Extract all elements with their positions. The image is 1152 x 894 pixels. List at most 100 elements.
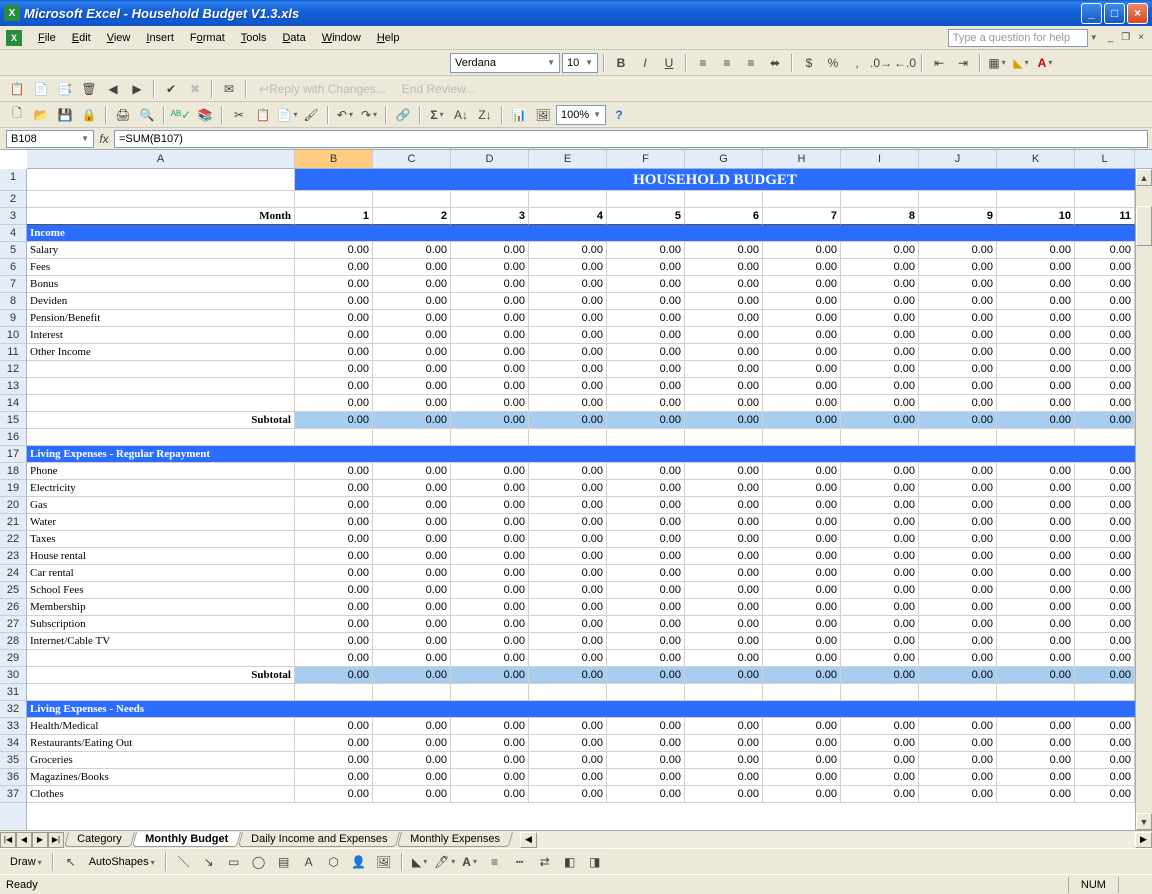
cell[interactable]: 0.00: [685, 752, 763, 769]
cell[interactable]: 0.00: [529, 259, 607, 276]
cell[interactable]: Deviden: [27, 293, 295, 310]
cell[interactable]: 0.00: [295, 480, 373, 497]
cell[interactable]: 0.00: [607, 310, 685, 327]
textbox-icon[interactable]: ▤: [273, 851, 295, 873]
menu-help[interactable]: Help: [369, 29, 408, 47]
cell[interactable]: 0.00: [685, 633, 763, 650]
scroll-down-icon[interactable]: ▼: [1136, 813, 1152, 830]
cell[interactable]: 0.00: [763, 259, 841, 276]
cell[interactable]: 0.00: [685, 463, 763, 480]
cell[interactable]: 0.00: [295, 514, 373, 531]
cell[interactable]: 0.00: [295, 463, 373, 480]
fx-icon[interactable]: fx: [94, 132, 114, 146]
cell[interactable]: 0.00: [685, 582, 763, 599]
cell[interactable]: Living Expenses - Needs: [27, 701, 295, 718]
cell[interactable]: 0.00: [373, 361, 451, 378]
cell[interactable]: 0.00: [1075, 565, 1135, 582]
cell[interactable]: 0.00: [685, 412, 763, 429]
cell[interactable]: 0.00: [1075, 412, 1135, 429]
cell[interactable]: 0.00: [685, 735, 763, 752]
sheet-tab[interactable]: Monthly Expenses: [397, 832, 513, 847]
minimize-button[interactable]: _: [1081, 3, 1102, 24]
row-header[interactable]: 23: [0, 548, 26, 565]
cell[interactable]: [529, 684, 607, 701]
cell[interactable]: [295, 446, 1135, 463]
cell[interactable]: 0.00: [841, 242, 919, 259]
cell[interactable]: 0.00: [373, 718, 451, 735]
row-header[interactable]: 8: [0, 293, 26, 310]
draw-menu[interactable]: Draw▾: [6, 856, 46, 868]
cell[interactable]: 0.00: [529, 497, 607, 514]
cell[interactable]: Phone: [27, 463, 295, 480]
cell[interactable]: 0.00: [841, 667, 919, 684]
cell[interactable]: 0.00: [763, 293, 841, 310]
cell[interactable]: 0.00: [685, 531, 763, 548]
cell[interactable]: 0.00: [1075, 752, 1135, 769]
cell[interactable]: 0.00: [295, 361, 373, 378]
cell[interactable]: Groceries: [27, 752, 295, 769]
prev-comment-icon[interactable]: ◀: [102, 78, 124, 100]
cell[interactable]: 0.00: [685, 548, 763, 565]
cell[interactable]: [295, 225, 1135, 242]
cell[interactable]: 0.00: [1075, 361, 1135, 378]
cell[interactable]: 0.00: [841, 650, 919, 667]
cell[interactable]: 0.00: [763, 276, 841, 293]
cell[interactable]: 0.00: [451, 786, 529, 803]
cell[interactable]: 0.00: [997, 497, 1075, 514]
zoom-selector[interactable]: 100%▼: [556, 105, 606, 125]
row-header[interactable]: 22: [0, 531, 26, 548]
cell[interactable]: 4: [529, 208, 607, 225]
cell[interactable]: 0.00: [295, 616, 373, 633]
help-button[interactable]: ?: [608, 104, 630, 126]
cell[interactable]: 0.00: [919, 463, 997, 480]
cell[interactable]: 3: [451, 208, 529, 225]
cell[interactable]: Interest: [27, 327, 295, 344]
cell[interactable]: 0.00: [763, 718, 841, 735]
cell[interactable]: 0.00: [997, 531, 1075, 548]
cell[interactable]: 0.00: [295, 786, 373, 803]
wordart-icon[interactable]: A: [298, 851, 320, 873]
cell[interactable]: 0.00: [685, 650, 763, 667]
cell[interactable]: 0.00: [451, 531, 529, 548]
menu-tools[interactable]: Tools: [233, 29, 275, 47]
cell[interactable]: [451, 684, 529, 701]
cell[interactable]: 0.00: [997, 616, 1075, 633]
cell[interactable]: 0.00: [1075, 735, 1135, 752]
cell[interactable]: 0.00: [919, 582, 997, 599]
cell[interactable]: 0.00: [997, 650, 1075, 667]
cell[interactable]: 0.00: [529, 378, 607, 395]
spelling-button[interactable]: ᴬᴮ✓: [170, 104, 192, 126]
row-header[interactable]: 29: [0, 650, 26, 667]
cell[interactable]: [841, 191, 919, 208]
cell[interactable]: [919, 429, 997, 446]
cell[interactable]: Income: [27, 225, 295, 242]
cell[interactable]: 8: [841, 208, 919, 225]
cell[interactable]: 0.00: [295, 582, 373, 599]
cell[interactable]: [373, 429, 451, 446]
cell[interactable]: 0.00: [1075, 344, 1135, 361]
cell[interactable]: Month: [27, 208, 295, 225]
cell[interactable]: 0.00: [451, 497, 529, 514]
diagram-icon[interactable]: ⬡: [323, 851, 345, 873]
cell[interactable]: 0.00: [451, 752, 529, 769]
print-preview-button[interactable]: 🔍: [136, 104, 158, 126]
cell[interactable]: 0.00: [373, 514, 451, 531]
cell[interactable]: 0.00: [373, 395, 451, 412]
cell[interactable]: 0.00: [529, 769, 607, 786]
print-button[interactable]: 🖨: [112, 104, 134, 126]
cell[interactable]: 0.00: [373, 310, 451, 327]
cell[interactable]: 0.00: [763, 735, 841, 752]
send-mail-icon[interactable]: ✉: [218, 78, 240, 100]
cell[interactable]: 0.00: [529, 548, 607, 565]
rectangle-icon[interactable]: ▭: [223, 851, 245, 873]
borders-button[interactable]: ▦▾: [986, 52, 1008, 74]
line-style-icon[interactable]: ≡: [484, 851, 506, 873]
row-header[interactable]: 6: [0, 259, 26, 276]
cell[interactable]: 0.00: [841, 310, 919, 327]
merge-center-button[interactable]: ⬌: [764, 52, 786, 74]
cell[interactable]: [529, 429, 607, 446]
cell[interactable]: 0.00: [685, 327, 763, 344]
cell[interactable]: [997, 684, 1075, 701]
cell[interactable]: [1075, 429, 1135, 446]
cell[interactable]: 0.00: [295, 752, 373, 769]
